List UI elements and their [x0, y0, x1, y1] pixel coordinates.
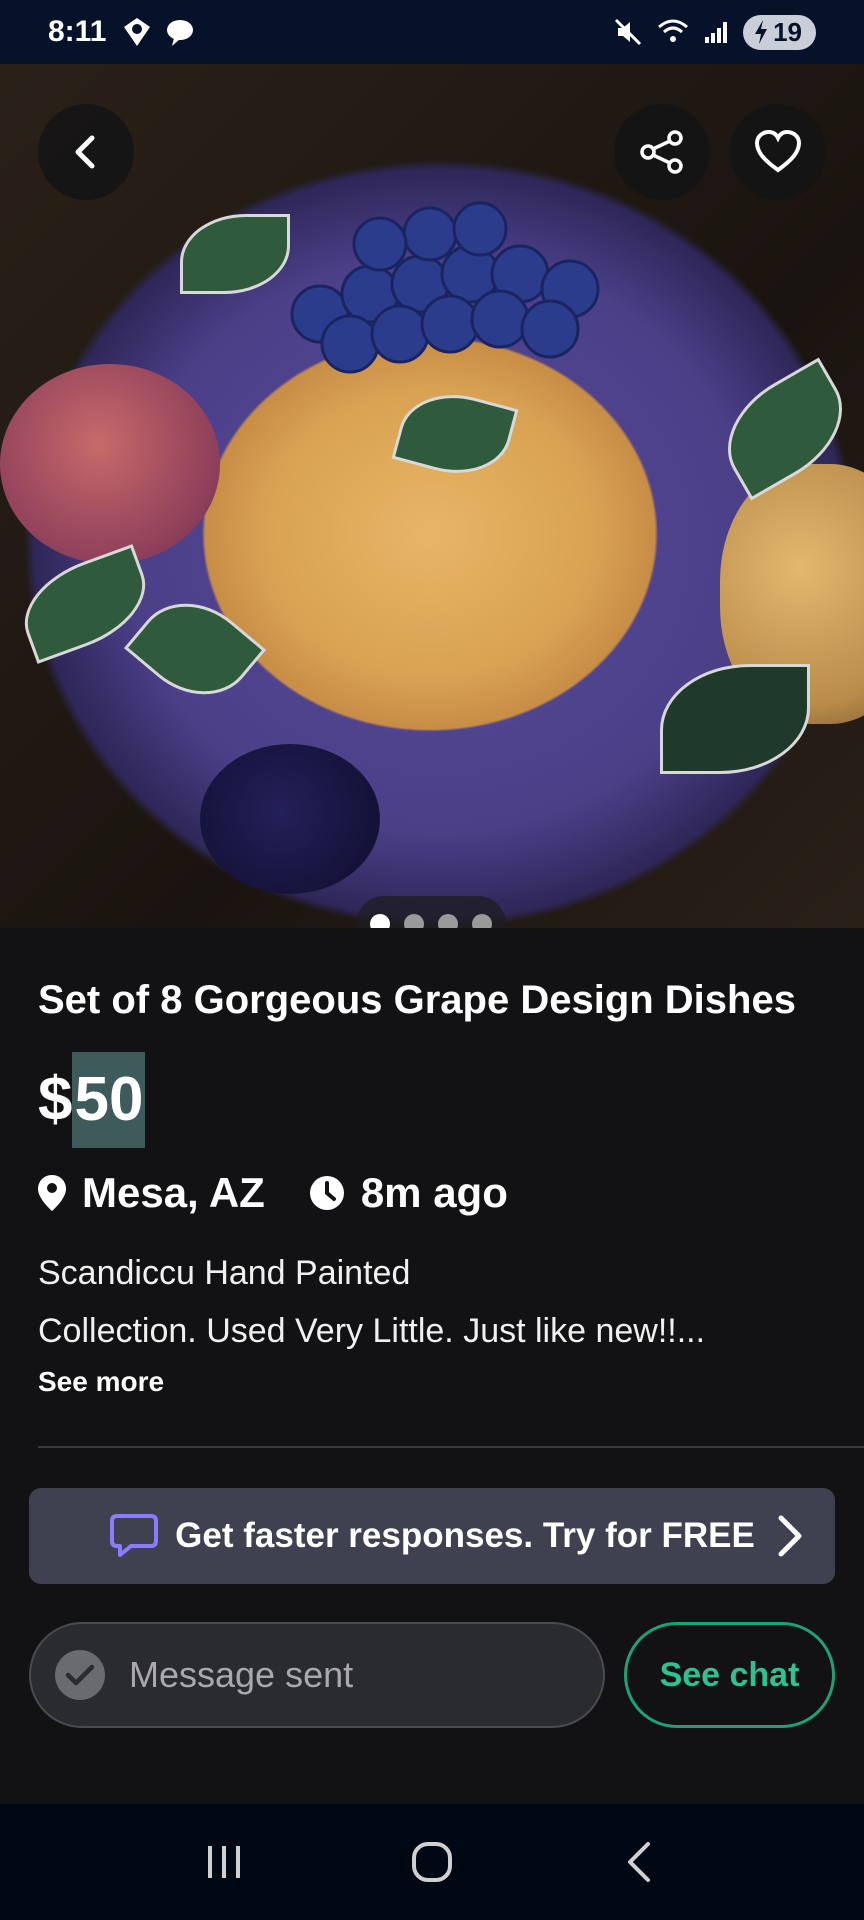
- listing-title: Set of 8 Gorgeous Grape Design Dishes: [38, 978, 796, 1022]
- listing-price: $50: [38, 1052, 838, 1148]
- posted-time-text: 8m ago: [360, 1169, 508, 1216]
- share-button[interactable]: [614, 104, 710, 200]
- chevron-left-icon: [75, 135, 95, 169]
- chat-bubble-icon: [109, 1513, 159, 1559]
- system-nav-bar: [0, 1804, 864, 1920]
- promo-text: Get faster responses. Try for FREE: [175, 1516, 755, 1555]
- checkmark-icon: [55, 1650, 105, 1700]
- wifi-icon: [658, 19, 689, 42]
- see-more-link[interactable]: See more: [38, 1366, 838, 1398]
- price-amount: 50: [72, 1052, 146, 1148]
- location-pin-icon: [38, 1175, 66, 1211]
- status-time: 8:11: [48, 15, 107, 48]
- listing-details: Set of 8 Gorgeous Grape Design Dishes $5…: [38, 968, 838, 1398]
- carousel-dot[interactable]: [404, 914, 424, 928]
- home-icon[interactable]: [410, 1840, 454, 1884]
- promo-banner[interactable]: Get faster responses. Try for FREE: [29, 1488, 835, 1584]
- signal-icon: [705, 22, 728, 43]
- offerup-notification-icon: [124, 18, 151, 46]
- chat-notification-icon: [167, 20, 194, 46]
- description-line: Scandiccu Hand Painted: [38, 1254, 411, 1292]
- carousel-dot-active[interactable]: [370, 914, 390, 928]
- recent-apps-icon[interactable]: [202, 1840, 246, 1884]
- leaf-art: [391, 381, 519, 487]
- chevron-right-icon: [775, 1512, 805, 1569]
- message-status-field: Message sent: [29, 1622, 605, 1728]
- divider: [38, 1446, 864, 1448]
- posted-time: 8m ago: [309, 1169, 508, 1217]
- listing-description: Scandiccu Hand Painted Collection. Used …: [38, 1244, 828, 1360]
- heart-icon: [754, 130, 802, 173]
- photo-carousel-indicator[interactable]: [356, 896, 506, 928]
- battery-indicator: 19: [743, 14, 816, 50]
- notification-icons: [120, 15, 196, 49]
- plum-art: [200, 744, 380, 894]
- leaf-art: [123, 579, 267, 719]
- location-text: Mesa, AZ: [82, 1169, 265, 1216]
- carousel-dot[interactable]: [438, 914, 458, 928]
- location[interactable]: Mesa, AZ: [38, 1169, 265, 1217]
- grapes-art: [290, 201, 600, 374]
- price-symbol: $: [38, 1065, 73, 1134]
- status-bar: 8:11 19: [0, 0, 864, 64]
- message-status-text: Message sent: [129, 1654, 354, 1695]
- battery-level: 19: [773, 16, 802, 47]
- mute-icon: [615, 18, 642, 46]
- share-icon: [640, 130, 683, 174]
- back-nav-icon[interactable]: [618, 1840, 662, 1884]
- back-button[interactable]: [38, 104, 134, 200]
- leaf-art: [660, 664, 810, 774]
- carousel-dot[interactable]: [472, 914, 492, 928]
- see-chat-button[interactable]: See chat: [624, 1622, 835, 1728]
- system-icons: 19: [613, 14, 816, 50]
- description-line: Collection. Used Very Little. Just like …: [38, 1312, 706, 1350]
- listing-meta: Mesa, AZ 8m ago: [38, 1158, 838, 1228]
- charging-icon: [755, 20, 768, 44]
- clock-icon: [309, 1176, 344, 1210]
- favorite-button[interactable]: [730, 104, 826, 200]
- listing-photo[interactable]: [0, 64, 864, 928]
- apple-art: [0, 364, 220, 564]
